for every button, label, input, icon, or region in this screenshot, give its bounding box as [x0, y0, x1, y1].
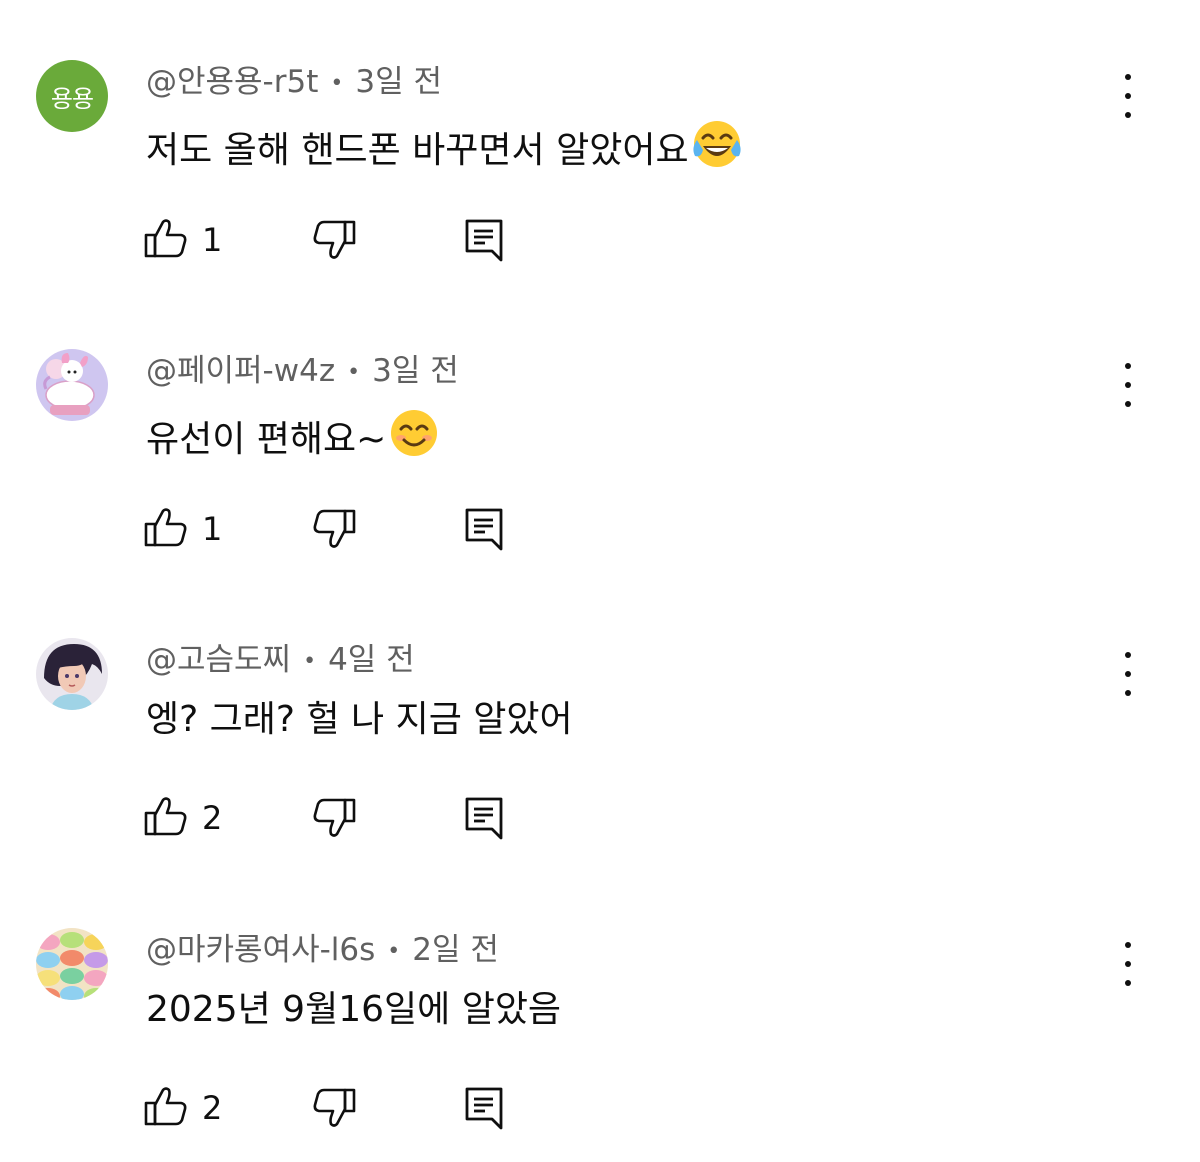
- comment-item: @마카롱여사-l6s • 2일 전 2025년 9월16일에 알았음 2: [0, 878, 1200, 1138]
- author-handle[interactable]: @마카롱여사-l6s: [146, 932, 375, 968]
- thumbs-down-icon: [312, 509, 356, 553]
- thumbs-down-icon: [312, 1088, 356, 1132]
- thumbs-down-icon: [312, 220, 356, 264]
- comment-time[interactable]: 3일 전: [355, 64, 442, 100]
- like-button[interactable]: 1: [144, 218, 222, 262]
- comment-text: 유선이 편해요~: [146, 407, 440, 472]
- face-with-tears-of-joy-icon: [691, 118, 743, 183]
- reply-button[interactable]: [464, 1086, 504, 1134]
- comment-meta: @페이퍼-w4z • 3일 전: [146, 351, 459, 393]
- like-button[interactable]: 1: [144, 507, 222, 551]
- comment-time[interactable]: 2일 전: [412, 932, 499, 968]
- more-options-button[interactable]: [1110, 74, 1146, 118]
- more-dot: [1125, 980, 1131, 986]
- comment-actions: 2: [0, 1074, 600, 1134]
- more-vertical-icon: [1125, 942, 1131, 948]
- like-count: 1: [202, 221, 223, 259]
- thumbs-down-icon: [312, 798, 356, 842]
- thumbs-up-icon: [144, 507, 188, 551]
- more-vertical-icon: [1125, 74, 1131, 80]
- comment-item: @고슴도찌 • 4일 전 엥? 그래? 헐 나 지금 알았어 2: [0, 588, 1200, 848]
- avatar[interactable]: [36, 928, 108, 1000]
- smiling-face-with-smiling-eyes-icon: [388, 407, 440, 472]
- reply-button[interactable]: [464, 507, 504, 555]
- more-dot: [1125, 112, 1131, 118]
- more-vertical-icon: [1125, 652, 1131, 658]
- more-options-button[interactable]: [1110, 363, 1146, 407]
- author-handle[interactable]: @안용용-r5t: [146, 64, 318, 100]
- more-dot: [1125, 961, 1131, 967]
- comment-text-content: 유선이 편해요~: [146, 419, 387, 460]
- comment-text-content: 엥? 그래? 헐 나 지금 알았어: [146, 699, 573, 740]
- comment-text-content: 2025년 9월16일에 알았음: [146, 989, 562, 1030]
- avatar[interactable]: [36, 349, 108, 421]
- more-dot: [1125, 671, 1131, 677]
- thumbs-up-icon: [144, 218, 188, 262]
- reply-comment-icon: [464, 797, 504, 844]
- like-count: 1: [202, 510, 223, 548]
- dislike-button[interactable]: [312, 509, 356, 553]
- like-button[interactable]: 2: [144, 796, 222, 840]
- more-vertical-icon: [1125, 363, 1131, 369]
- comment-actions: 1: [0, 495, 600, 555]
- author-handle[interactable]: @페이퍼-w4z: [146, 353, 335, 389]
- comment-text-content: 저도 올해 핸드폰 바꾸면서 알았어요: [146, 130, 689, 171]
- like-button[interactable]: 2: [144, 1086, 222, 1130]
- comment-meta: @안용용-r5t • 3일 전: [146, 62, 442, 104]
- comment-item: @페이퍼-w4z • 3일 전 유선이 편해요~ 1: [0, 299, 1200, 559]
- reply-comment-icon: [464, 508, 504, 555]
- more-options-button[interactable]: [1110, 942, 1146, 986]
- comment-text: 2025년 9월16일에 알았음: [146, 986, 561, 1034]
- comment-time[interactable]: 4일 전: [328, 642, 415, 678]
- more-dot: [1125, 382, 1131, 388]
- comment-meta: @마카롱여사-l6s • 2일 전: [146, 930, 499, 972]
- meta-separator: •: [387, 938, 401, 964]
- dislike-button[interactable]: [312, 1088, 356, 1132]
- meta-separator: •: [303, 648, 317, 674]
- reply-button[interactable]: [464, 218, 504, 266]
- reply-button[interactable]: [464, 796, 504, 844]
- like-count: 2: [202, 1089, 223, 1127]
- dislike-button[interactable]: [312, 220, 356, 264]
- more-dot: [1125, 93, 1131, 99]
- comment-time[interactable]: 3일 전: [372, 353, 459, 389]
- avatar-label: 용용: [50, 84, 94, 113]
- avatar[interactable]: 용용: [36, 60, 108, 132]
- comment-actions: 2: [0, 784, 600, 844]
- comment-text: 저도 올해 핸드폰 바꾸면서 알았어요: [146, 118, 743, 183]
- thumbs-up-icon: [144, 1086, 188, 1130]
- author-handle[interactable]: @고슴도찌: [146, 642, 291, 678]
- dislike-button[interactable]: [312, 798, 356, 842]
- more-dot: [1125, 401, 1131, 407]
- comment-text: 엥? 그래? 헐 나 지금 알았어: [146, 696, 573, 744]
- avatar[interactable]: [36, 638, 108, 710]
- reply-comment-icon: [464, 1087, 504, 1134]
- more-dot: [1125, 690, 1131, 696]
- meta-separator: •: [330, 70, 344, 96]
- thumbs-up-icon: [144, 796, 188, 840]
- reply-comment-icon: [464, 219, 504, 266]
- meta-separator: •: [347, 359, 361, 385]
- comment-actions: 1: [0, 206, 600, 266]
- like-count: 2: [202, 799, 223, 837]
- comment-item: 용용 @안용용-r5t • 3일 전 저도 올해 핸드폰 바꾸면서 알았어요 1: [0, 10, 1200, 270]
- comment-meta: @고슴도찌 • 4일 전: [146, 640, 415, 682]
- more-options-button[interactable]: [1110, 652, 1146, 696]
